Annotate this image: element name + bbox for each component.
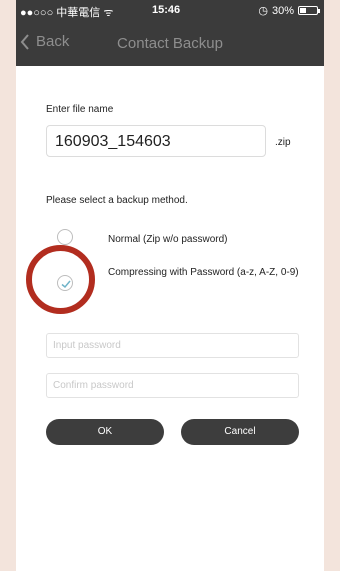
file-name-input[interactable]: 160903_154603 <box>46 125 266 157</box>
alarm-icon: ◷ <box>258 5 268 17</box>
highlight-annotation <box>26 245 95 314</box>
backup-method-label: Please select a backup method. <box>46 195 188 206</box>
option-normal-label: Normal (Zip w/o password) <box>108 234 228 245</box>
password-input[interactable]: Input password <box>46 333 299 358</box>
confirm-password-input[interactable]: Confirm password <box>46 373 299 398</box>
cancel-button[interactable]: Cancel <box>181 419 299 445</box>
status-bar: ●●○○○ 中華電信 ᯤ 15:46 ◷ 30% <box>16 0 324 22</box>
battery-status: ◷ 30% <box>258 4 320 17</box>
ok-button[interactable]: OK <box>46 419 164 445</box>
battery-icon <box>298 6 320 15</box>
navigation-bar: Back Contact Backup <box>16 22 324 66</box>
status-time: 15:46 <box>152 4 181 16</box>
radio-normal[interactable] <box>57 229 73 245</box>
file-name-label: Enter file name <box>46 104 114 115</box>
carrier-signal: ●●○○○ 中華電信 ᯤ <box>20 7 114 19</box>
page-title: Contact Backup <box>117 35 223 52</box>
battery-percent: 30% <box>271 4 294 17</box>
phone-screen: ●●○○○ 中華電信 ᯤ 15:46 ◷ 30% Back Contact Ba… <box>16 0 324 571</box>
option-password-label: Compressing with Password (a-z, A-Z, 0-9… <box>108 267 299 278</box>
file-extension: .zip <box>275 137 291 148</box>
